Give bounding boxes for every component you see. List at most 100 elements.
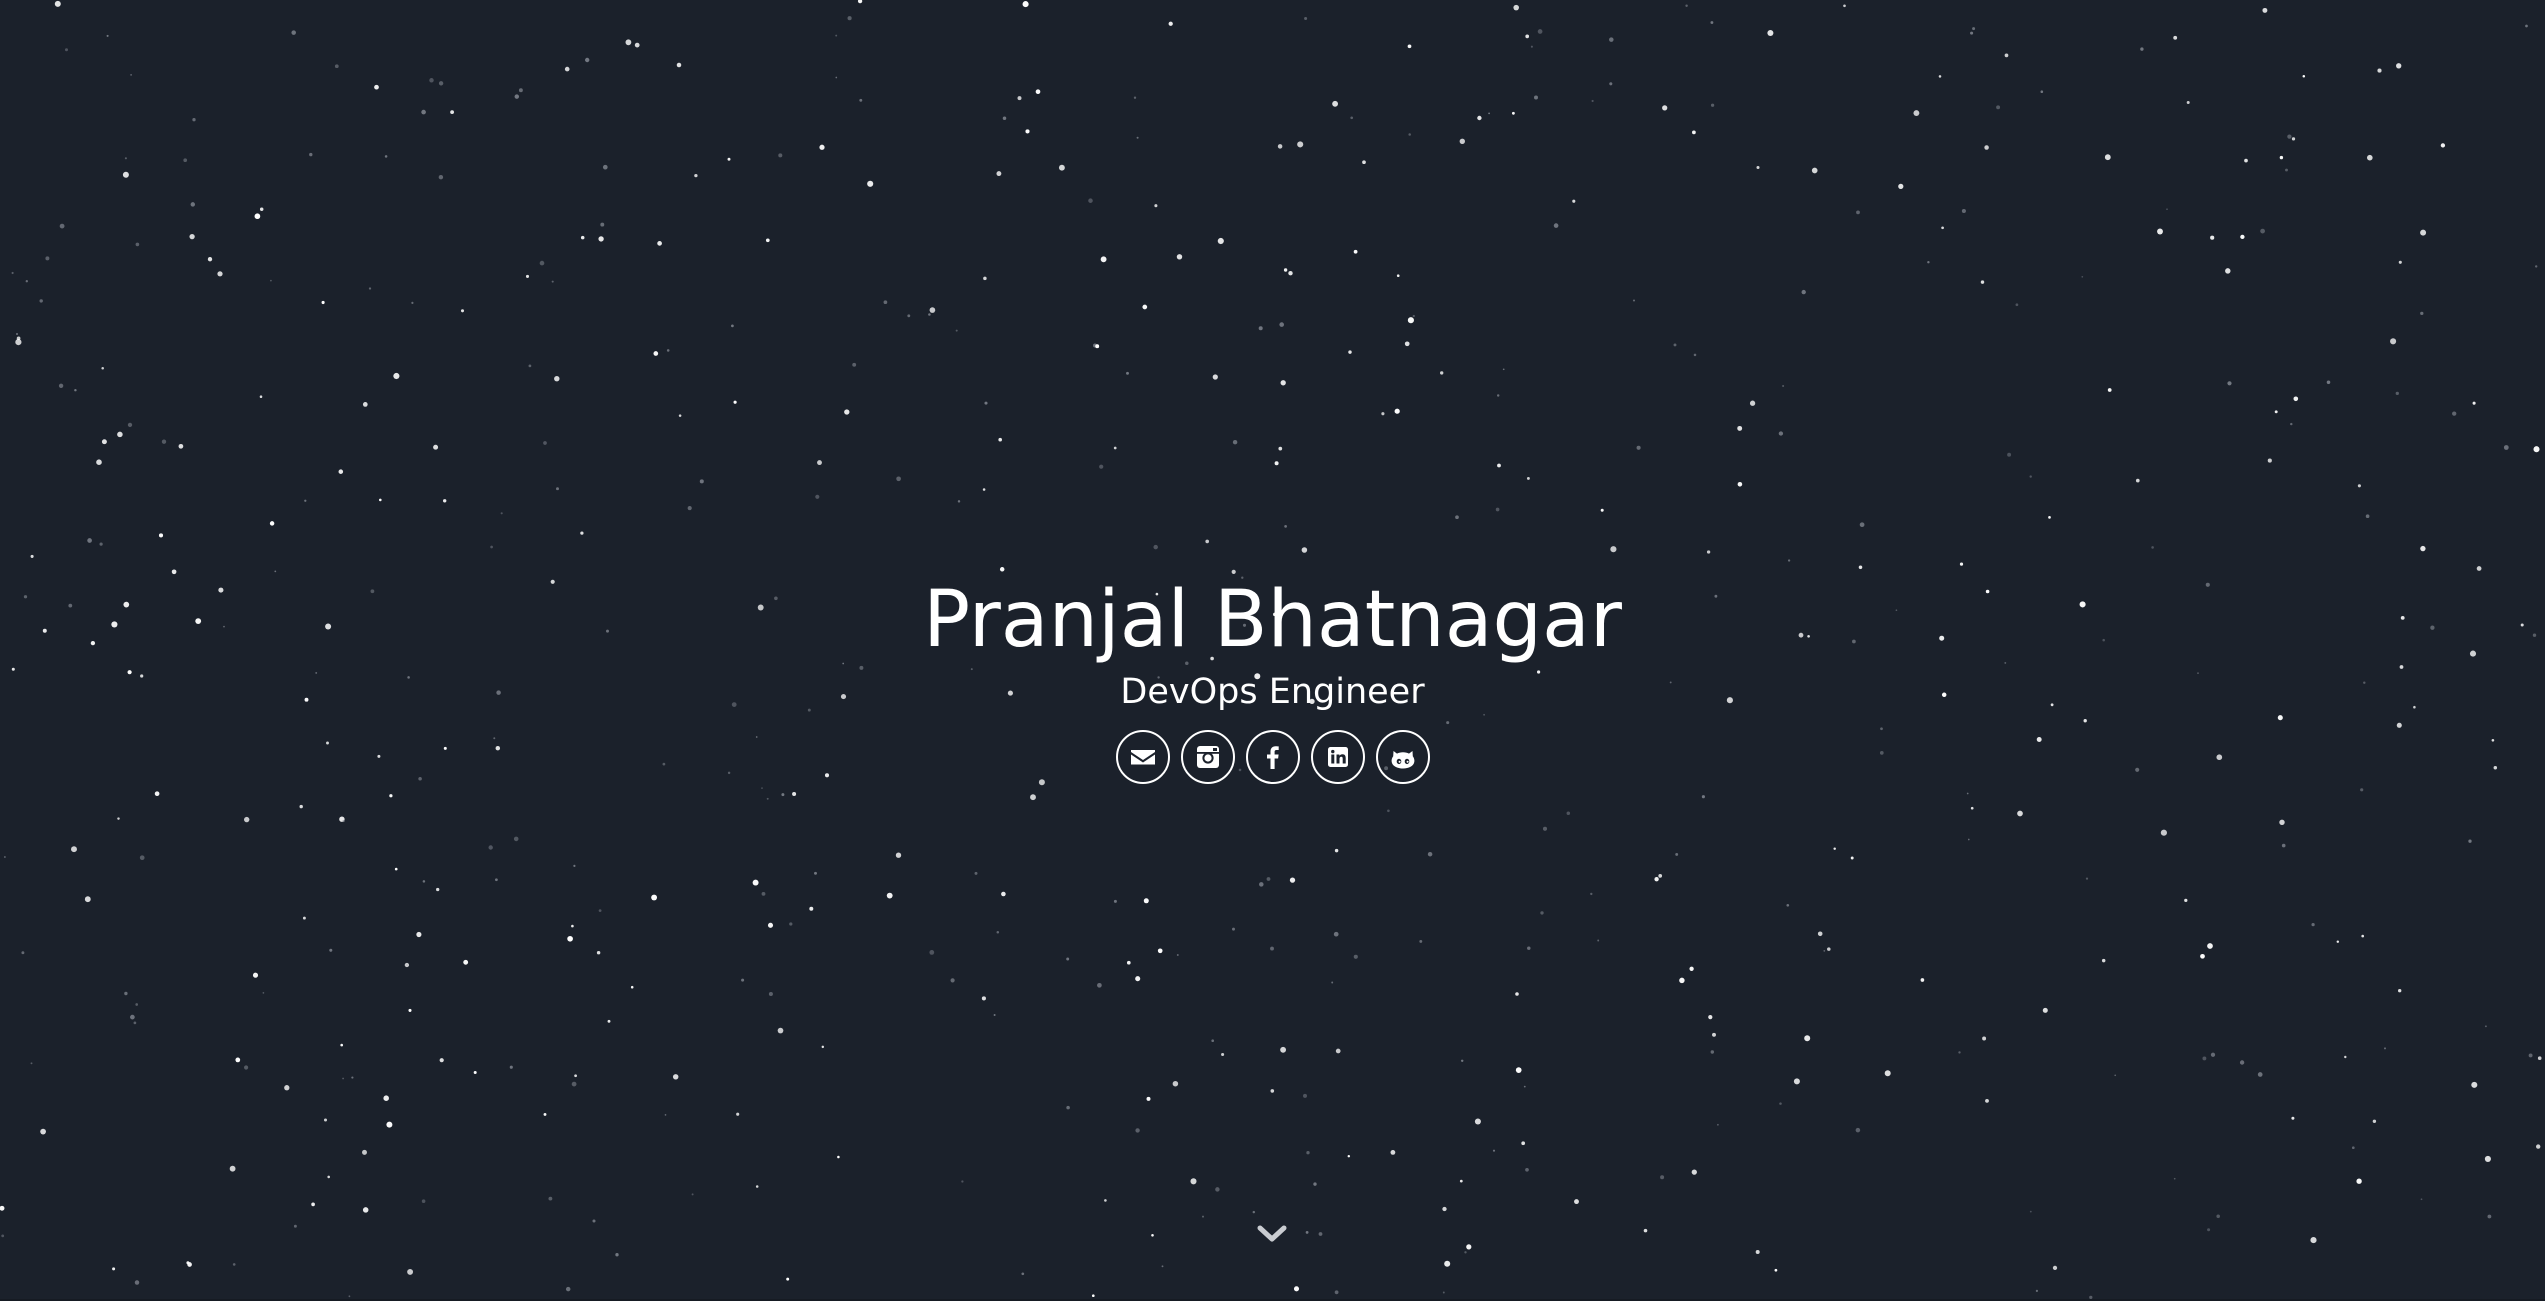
github-link[interactable] [1375, 730, 1430, 784]
star [1774, 1268, 1778, 1272]
star [2452, 411, 2457, 416]
star [1407, 317, 1414, 324]
star [1673, 343, 1677, 347]
star [821, 1045, 825, 1049]
star [1692, 130, 1696, 135]
star [2104, 154, 2111, 161]
star [96, 459, 102, 466]
star [1632, 299, 1636, 302]
star [2287, 134, 2292, 139]
star [2240, 234, 2245, 240]
star [1833, 847, 1836, 850]
star [1100, 256, 1107, 263]
star [1502, 368, 1505, 371]
star [1590, 892, 1593, 896]
star [2302, 75, 2306, 78]
star [139, 855, 145, 861]
star [1176, 254, 1183, 260]
star [1126, 371, 1129, 375]
star [2279, 819, 2285, 825]
star [252, 972, 259, 978]
star [1958, 1051, 1961, 1054]
star [1283, 268, 1288, 272]
facebook-link[interactable] [1245, 730, 1300, 784]
star [1927, 260, 1930, 264]
star [2360, 788, 2364, 792]
star [672, 1074, 679, 1080]
star [21, 951, 25, 955]
star [54, 0, 61, 7]
star [269, 521, 275, 526]
star [1710, 21, 1714, 24]
star [1913, 110, 1920, 117]
star [1274, 461, 1279, 466]
star [1387, 809, 1390, 813]
star [1412, 314, 1415, 318]
star [302, 916, 306, 920]
star [2476, 566, 2482, 571]
star [2487, 1214, 2492, 1219]
instagram-link[interactable] [1180, 730, 1235, 784]
star [573, 864, 576, 868]
star [1396, 274, 1400, 278]
star [2267, 458, 2272, 463]
star [1488, 112, 1491, 115]
star [2390, 338, 2397, 345]
star [293, 1224, 297, 1228]
star [1996, 105, 2001, 110]
star [2472, 401, 2476, 405]
star [327, 1175, 330, 1179]
star [1786, 903, 1790, 907]
star [2257, 1072, 2263, 1077]
star [1941, 226, 1944, 230]
star [564, 66, 570, 72]
star [2326, 380, 2331, 385]
star [2336, 940, 2340, 943]
star [190, 202, 196, 207]
star [664, 1114, 667, 1116]
star [2135, 478, 2140, 483]
star [124, 157, 127, 160]
star [1984, 145, 1989, 150]
star [984, 401, 988, 405]
star [421, 1199, 426, 1203]
star [554, 376, 560, 382]
star [1143, 898, 1149, 904]
star [998, 437, 1002, 442]
star [254, 213, 261, 220]
star [1348, 350, 1352, 354]
star [1793, 1078, 1800, 1085]
star [178, 443, 184, 449]
scroll-down-button[interactable] [1255, 1222, 1289, 1246]
star [383, 1095, 389, 1101]
email-link[interactable] [1115, 730, 1170, 784]
star [2484, 1155, 2491, 1162]
star [852, 362, 857, 367]
star [11, 271, 14, 275]
star [666, 349, 670, 352]
star [929, 307, 936, 313]
star [556, 487, 559, 491]
star [1610, 546, 1617, 553]
star [792, 791, 797, 797]
star [393, 372, 400, 380]
star [1591, 99, 1594, 103]
star [2107, 388, 2112, 392]
linkedin-link[interactable] [1310, 730, 1365, 784]
star [39, 299, 43, 303]
star [1332, 100, 1339, 107]
star [1442, 1206, 1447, 1212]
star [2140, 47, 2144, 51]
star [1691, 1169, 1697, 1175]
star [1898, 183, 1904, 190]
star [1442, 1291, 1445, 1294]
star [244, 816, 250, 823]
star [101, 439, 107, 445]
star [124, 991, 128, 996]
star [592, 1219, 596, 1223]
star [2291, 137, 2296, 141]
star [2207, 943, 2213, 949]
star [439, 1058, 444, 1063]
star [1133, 96, 1137, 99]
star [815, 494, 820, 499]
